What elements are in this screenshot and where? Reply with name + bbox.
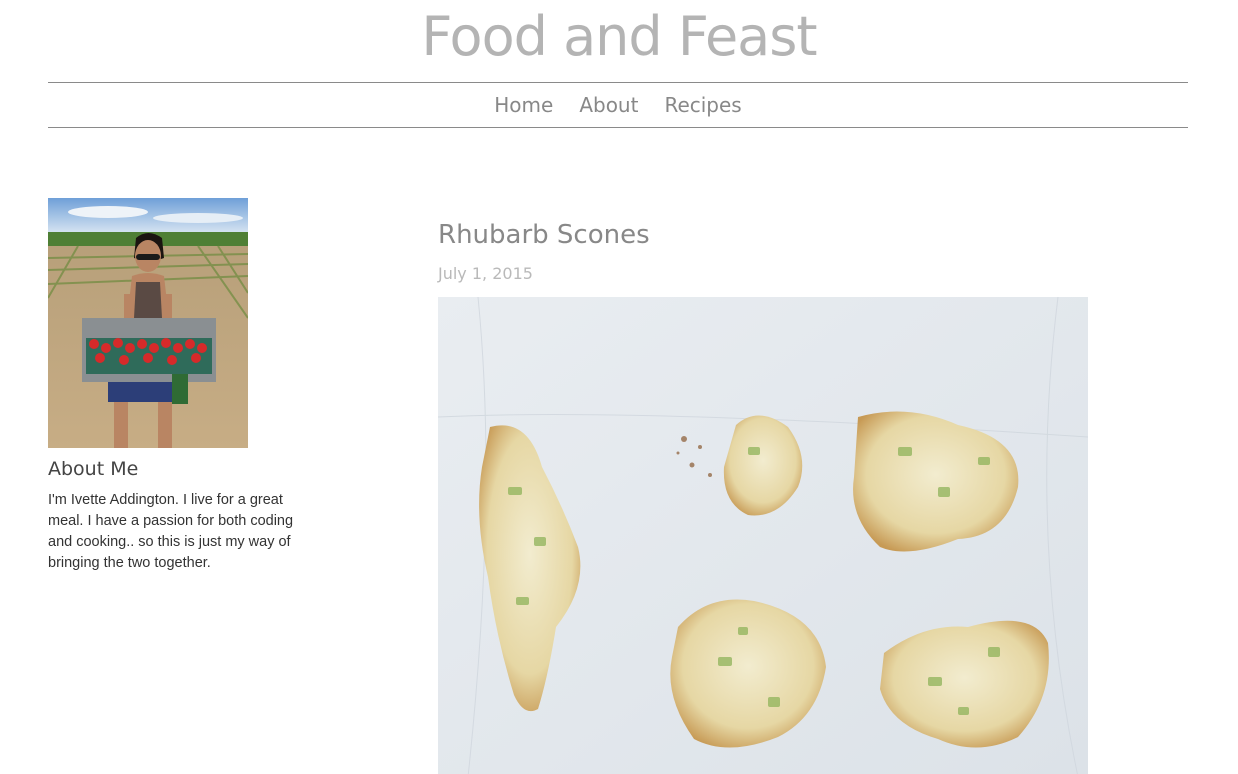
nav-about-link[interactable]: About [579, 84, 638, 126]
nav-home-link[interactable]: Home [494, 84, 553, 126]
post-date: July 1, 2015 [438, 264, 533, 283]
about-text: I'm Ivette Addington. I live for a great… [48, 492, 294, 571]
post-image [438, 297, 1088, 774]
site-title: Food and Feast [421, 5, 817, 68]
post: Rhubarb Scones July 1, 2015 [438, 216, 1088, 774]
post-title[interactable]: Rhubarb Scones [438, 216, 1088, 254]
sidebar: About Me I'm Ivette Addington. I live fo… [48, 198, 308, 574]
about-heading: About Me [48, 458, 139, 480]
main-nav: Home About Recipes [48, 82, 1188, 128]
profile-photo [48, 198, 248, 448]
nav-recipes-link[interactable]: Recipes [664, 84, 741, 126]
